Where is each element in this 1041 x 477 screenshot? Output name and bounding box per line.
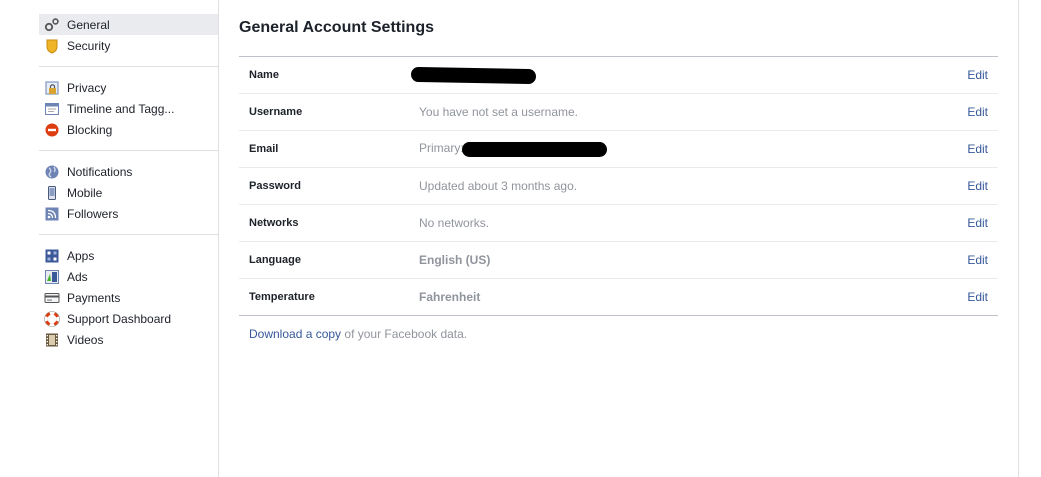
- row-value: English (US): [419, 253, 491, 267]
- edit-link[interactable]: Edit: [938, 290, 998, 304]
- settings-content: General Account Settings Name Edit Usern…: [239, 0, 998, 341]
- row-value: You have not set a username.: [419, 105, 578, 119]
- row-value: [410, 66, 938, 84]
- sidebar-item-label: Ads: [67, 269, 88, 284]
- sidebar-item-label: Security: [67, 38, 111, 53]
- row-label: Password: [249, 180, 301, 192]
- sidebar-item-apps[interactable]: Apps: [39, 245, 218, 266]
- globe-icon: [44, 164, 60, 180]
- sidebar-item-label: Videos: [67, 332, 104, 347]
- row-value: Fahrenheit: [419, 290, 481, 304]
- credit-card-icon: [44, 290, 60, 306]
- ads-icon: [44, 269, 60, 285]
- redaction-mark: [461, 141, 607, 157]
- sidebar-item-label: Blocking: [67, 122, 113, 137]
- privacy-lock-icon: [44, 80, 60, 96]
- film-icon: [44, 332, 60, 348]
- nav-group-apps: Apps Ads Payments Support Dashboard Vide…: [39, 245, 218, 350]
- sidebar-item-label: Privacy: [67, 80, 107, 95]
- sidebar-item-label: Notifications: [67, 164, 133, 179]
- settings-row-name[interactable]: Name Edit: [239, 57, 998, 93]
- edit-link[interactable]: Edit: [938, 179, 998, 193]
- blocking-icon: [44, 122, 60, 138]
- rss-icon: [44, 206, 60, 222]
- row-label: Language: [249, 254, 301, 266]
- gears-icon: [44, 17, 60, 33]
- download-data-footer: Download a copy of your Facebook data.: [239, 327, 998, 341]
- footer-text: of your Facebook data.: [341, 327, 468, 341]
- apps-icon: [44, 248, 60, 264]
- download-copy-link[interactable]: Download a copy: [249, 327, 341, 341]
- sidebar-item-blocking[interactable]: Blocking: [39, 119, 218, 140]
- settings-row-language[interactable]: Language English (US) Edit: [239, 241, 998, 278]
- row-value: No networks.: [419, 216, 490, 230]
- lifebuoy-icon: [44, 310, 60, 327]
- page-title: General Account Settings: [239, 19, 434, 36]
- row-label: Username: [249, 106, 303, 118]
- edit-link[interactable]: Edit: [938, 105, 998, 119]
- sidebar-divider: [218, 0, 219, 477]
- edit-link[interactable]: Edit: [938, 253, 998, 267]
- sidebar-item-followers[interactable]: Followers: [39, 203, 218, 224]
- sidebar-item-label: Timeline and Tagg...: [67, 101, 175, 116]
- badge-icon: [44, 38, 60, 54]
- row-value: Primary:: [419, 141, 938, 157]
- sidebar-item-notifications[interactable]: Notifications: [39, 161, 218, 182]
- edit-link[interactable]: Edit: [938, 216, 998, 230]
- sidebar-item-label: Apps: [67, 248, 95, 263]
- row-value: Updated about 3 months ago.: [419, 179, 578, 193]
- nav-group-account: General Security: [39, 14, 218, 56]
- settings-row-temperature[interactable]: Temperature Fahrenheit Edit: [239, 278, 998, 315]
- settings-row-password[interactable]: Password Updated about 3 months ago. Edi…: [239, 167, 998, 204]
- sidebar-item-label: Payments: [67, 290, 121, 305]
- timeline-icon: [44, 101, 60, 117]
- sidebar-item-payments[interactable]: Payments: [39, 287, 218, 308]
- settings-row-networks[interactable]: Networks No networks. Edit: [239, 204, 998, 241]
- sidebar-item-ads[interactable]: Ads: [39, 266, 218, 287]
- sidebar-item-general[interactable]: General: [39, 14, 218, 35]
- edit-link[interactable]: Edit: [938, 68, 998, 82]
- settings-row-username[interactable]: Username You have not set a username. Ed…: [239, 93, 998, 130]
- nav-group-privacy: Privacy Timeline and Tagg... Blocking: [39, 77, 218, 140]
- row-label: Name: [249, 69, 279, 81]
- sidebar-item-label: Support Dashboard: [67, 311, 172, 326]
- sidebar-item-label: General: [67, 17, 110, 32]
- nav-divider: [39, 66, 218, 67]
- sidebar-item-support-dashboard[interactable]: Support Dashboard: [39, 308, 218, 329]
- content-right-border: [1018, 0, 1019, 477]
- row-label: Temperature: [249, 291, 315, 303]
- edit-link[interactable]: Edit: [938, 142, 998, 156]
- mobile-icon: [44, 185, 60, 201]
- sidebar-item-mobile[interactable]: Mobile: [39, 182, 218, 203]
- settings-row-email[interactable]: Email Primary: Edit: [239, 130, 998, 167]
- row-label: Networks: [249, 217, 299, 229]
- sidebar-item-security[interactable]: Security: [39, 35, 218, 56]
- row-label: Email: [249, 143, 279, 155]
- settings-table: Name Edit Username You have not set a us…: [239, 56, 998, 316]
- sidebar-item-timeline[interactable]: Timeline and Tagg...: [39, 98, 218, 119]
- redaction-mark: [410, 66, 537, 84]
- nav-group-notifications: Notifications Mobile Followers: [39, 161, 218, 224]
- nav-divider: [39, 234, 218, 235]
- sidebar-item-label: Followers: [67, 206, 119, 221]
- settings-sidebar: General Security Privacy Timeline and Ta…: [39, 14, 218, 350]
- sidebar-item-label: Mobile: [67, 185, 103, 200]
- nav-divider: [39, 150, 218, 151]
- sidebar-item-videos[interactable]: Videos: [39, 329, 218, 350]
- sidebar-item-privacy[interactable]: Privacy: [39, 77, 218, 98]
